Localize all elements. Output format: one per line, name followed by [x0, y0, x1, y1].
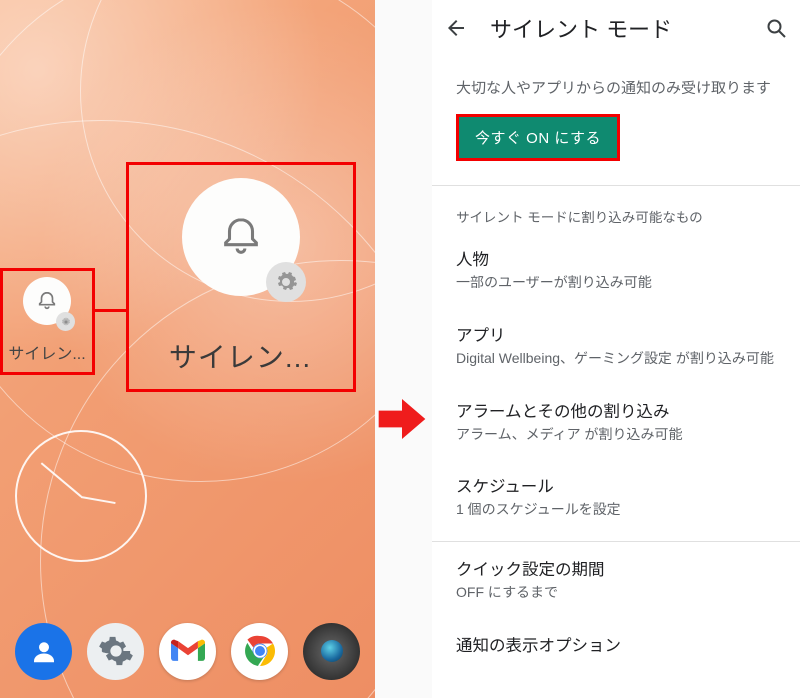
arrow-icon — [376, 394, 428, 444]
gmail-app-icon[interactable] — [159, 623, 216, 680]
contacts-app-icon[interactable] — [15, 623, 72, 680]
item-subtitle: 1 個のスケジュールを設定 — [456, 500, 776, 519]
widget-label-small: サイレン... — [4, 340, 90, 364]
settings-screen: サイレント モード 大切な人やアプリからの通知のみ受け取ります 今すぐ ON に… — [432, 0, 800, 698]
item-subtitle: Digital Wellbeing、ゲーミング設定 が割り込み可能 — [456, 349, 776, 368]
widget-label: サイレン... — [140, 336, 340, 376]
bell-icon — [36, 290, 58, 312]
item-subtitle: 一部のユーザーが割り込み可能 — [456, 273, 776, 292]
item-quick-duration[interactable]: クイック設定の期間 OFF にするまで — [432, 542, 800, 618]
item-people[interactable]: 人物 一部のユーザーが割り込み可能 — [432, 232, 800, 308]
section-header: サイレント モードに割り込み可能なもの — [432, 186, 800, 232]
item-apps[interactable]: アプリ Digital Wellbeing、ゲーミング設定 が割り込み可能 — [432, 308, 800, 384]
item-subtitle: アラーム、メディア が割り込み可能 — [456, 425, 776, 444]
item-title: クイック設定の期間 — [456, 556, 776, 580]
description-text: 大切な人やアプリからの通知のみ受け取ります — [432, 56, 800, 114]
app-bar: サイレント モード — [432, 0, 800, 56]
bell-icon — [218, 214, 264, 260]
camera-app-icon[interactable] — [303, 623, 360, 680]
item-title: アプリ — [456, 322, 776, 346]
item-title: スケジュール — [456, 473, 776, 497]
item-alarms[interactable]: アラームとその他の割り込み アラーム、メディア が割り込み可能 — [432, 384, 800, 460]
home-screen: サイレン... サイレン... — [0, 0, 375, 698]
clock-widget[interactable] — [15, 430, 147, 562]
item-title: 人物 — [456, 246, 776, 270]
back-icon[interactable] — [444, 16, 468, 40]
gear-icon — [60, 316, 72, 328]
item-subtitle: OFF にするまで — [456, 583, 776, 602]
dock — [0, 614, 375, 688]
gear-badge-icon — [266, 262, 306, 302]
gear-badge-small-icon — [56, 312, 75, 331]
chrome-app-icon[interactable] — [231, 623, 288, 680]
settings-app-icon[interactable] — [87, 623, 144, 680]
item-title: 通知の表示オプション — [456, 632, 776, 656]
highlight-turn-on: 今すぐ ON にする — [456, 114, 620, 161]
page-title: サイレント モード — [490, 12, 742, 44]
turn-on-button[interactable]: 今すぐ ON にする — [459, 117, 617, 158]
item-schedule[interactable]: スケジュール 1 個のスケジュールを設定 — [432, 459, 800, 535]
gear-icon — [274, 270, 298, 294]
search-icon[interactable] — [764, 16, 788, 40]
item-title: アラームとその他の割り込み — [456, 398, 776, 422]
item-notification-display[interactable]: 通知の表示オプション — [432, 618, 800, 663]
highlight-connector — [92, 309, 129, 312]
